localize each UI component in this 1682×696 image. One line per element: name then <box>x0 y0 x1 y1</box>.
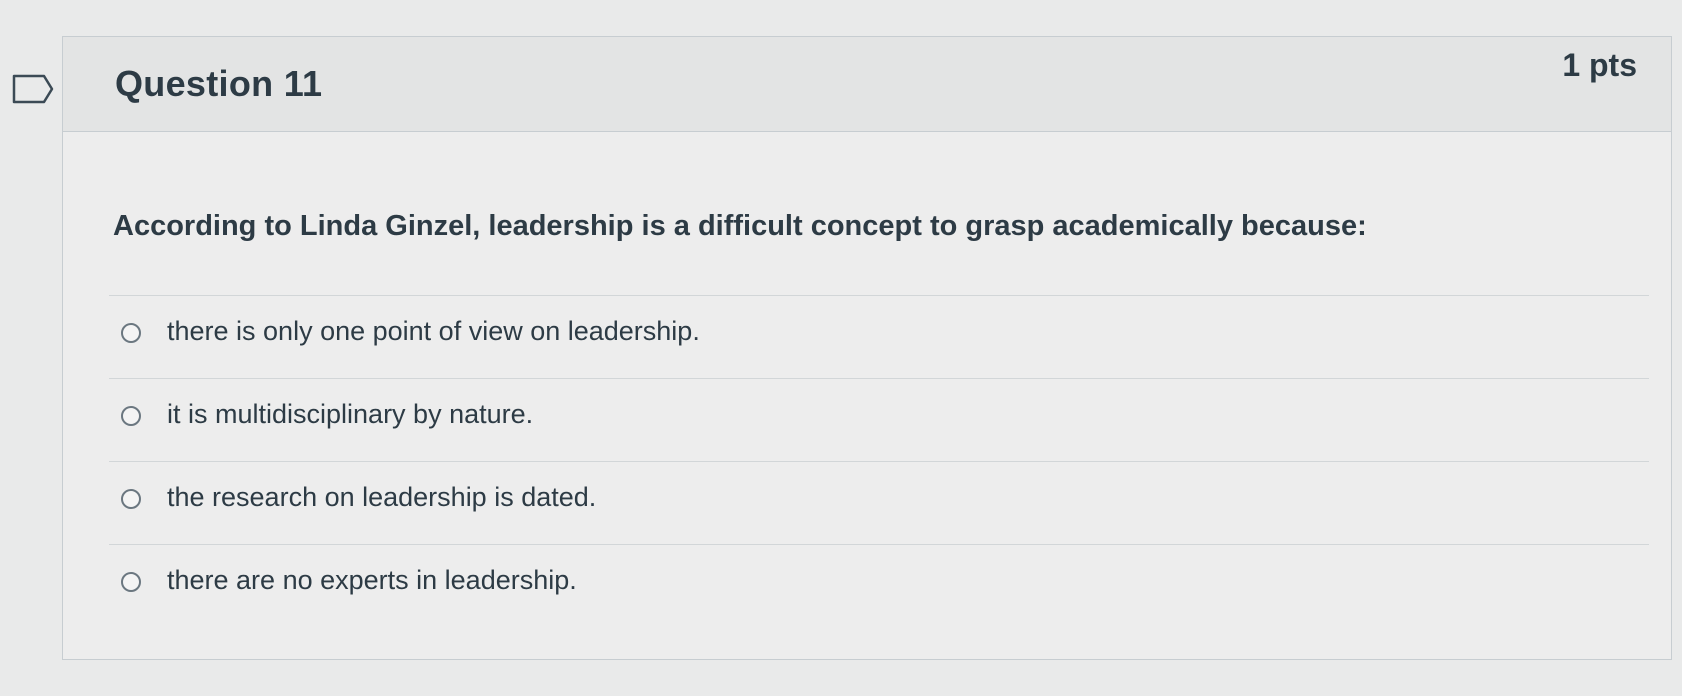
answer-label: it is multidisciplinary by nature. <box>167 399 534 429</box>
answer-option[interactable]: there are no experts in leadership. <box>109 544 1649 627</box>
flag-question-icon[interactable] <box>12 74 54 104</box>
answer-option[interactable]: the research on leadership is dated. <box>109 461 1649 544</box>
answer-option[interactable]: there is only one point of view on leade… <box>109 295 1649 378</box>
answer-label: there is only one point of view on leade… <box>167 316 700 346</box>
question-title: Question 11 <box>115 63 323 104</box>
answer-option[interactable]: it is multidisciplinary by nature. <box>109 378 1649 461</box>
radio-button-icon[interactable] <box>121 323 141 343</box>
answer-label: there are no experts in leadership. <box>167 565 577 595</box>
question-body: According to Linda Ginzel, leadership is… <box>63 132 1671 659</box>
question-text: According to Linda Ginzel, leadership is… <box>113 210 1367 242</box>
answer-label: the research on leadership is dated. <box>167 482 597 512</box>
answer-list: there is only one point of view on leade… <box>109 295 1649 627</box>
radio-button-icon[interactable] <box>121 572 141 592</box>
radio-button-icon[interactable] <box>121 406 141 426</box>
question-card: Question 11 1 pts According to Linda Gin… <box>62 36 1672 660</box>
radio-button-icon[interactable] <box>121 489 141 509</box>
question-header: Question 11 1 pts <box>63 37 1671 132</box>
question-points: 1 pts <box>1562 47 1637 83</box>
